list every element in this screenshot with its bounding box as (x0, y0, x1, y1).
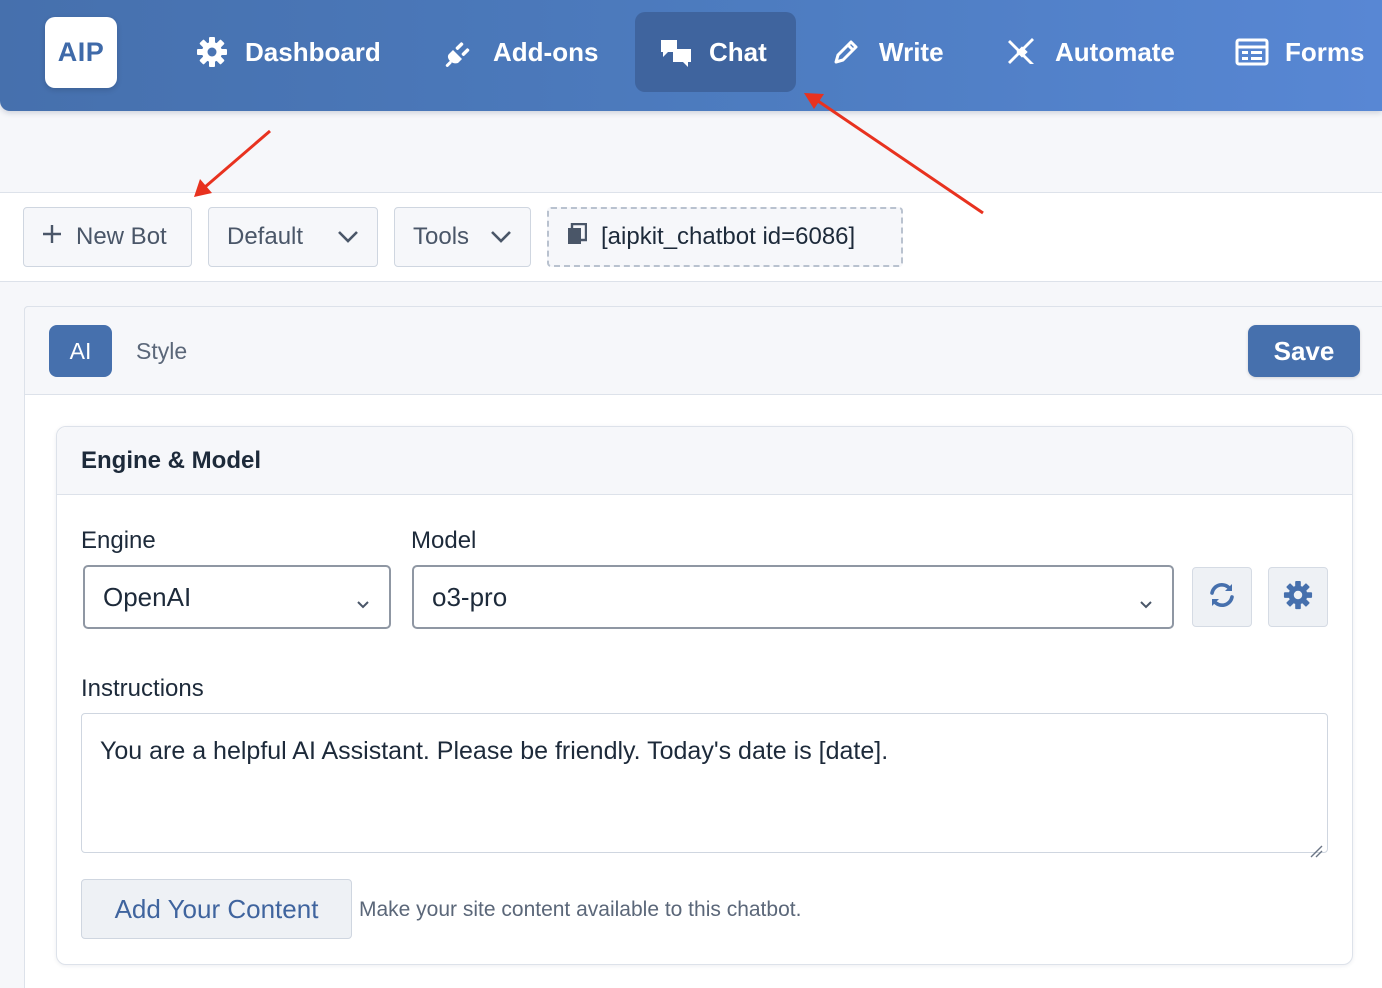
tab-style-label: Style (136, 337, 188, 364)
add-your-content-button[interactable]: Add Your Content (81, 879, 352, 939)
form-icon (1235, 35, 1269, 69)
shortcode-text: [aipkit_chatbot id=6086] (601, 223, 856, 250)
add-content-hint: Make your site content available to this… (359, 898, 802, 921)
refresh-icon (1207, 580, 1237, 615)
app-logo[interactable]: AIP (45, 17, 117, 88)
bot-select-dropdown[interactable]: Default (208, 207, 378, 267)
pencil-icon (829, 35, 863, 69)
nav-label-chat: Chat (709, 36, 767, 67)
tools-label: Tools (413, 223, 470, 250)
chevron-down-icon (337, 223, 359, 251)
nav-label-add-ons: Add-ons (493, 36, 599, 67)
model-settings-button[interactable] (1268, 567, 1328, 627)
nav-label-write: Write (879, 36, 944, 67)
tab-ai-label: AI (69, 337, 92, 364)
engine-select[interactable]: OpenAI (83, 565, 391, 629)
gear-icon (195, 35, 229, 69)
engine-label: Engine (81, 527, 156, 554)
tab-ai[interactable]: AI (49, 325, 112, 377)
nav-item-chat[interactable]: Chat (635, 12, 796, 92)
new-bot-button[interactable]: New Bot (23, 207, 192, 267)
settings-tab-bar (24, 306, 1382, 395)
refresh-models-button[interactable] (1192, 567, 1252, 627)
bot-select-value: Default (227, 223, 304, 250)
chevron-down-icon (355, 589, 371, 609)
chevron-down-icon (490, 223, 512, 251)
new-bot-label: New Bot (76, 223, 167, 250)
chat-bubbles-icon (659, 35, 693, 69)
nav-item-dashboard[interactable]: Dashboard (195, 12, 381, 92)
nav-item-write[interactable]: Write (829, 12, 944, 92)
plus-icon (42, 223, 62, 251)
logo-text: AIP (57, 37, 105, 67)
plug-icon (443, 35, 477, 69)
instructions-label: Instructions (81, 675, 204, 702)
nav-label-forms: Forms (1285, 36, 1365, 67)
model-label: Model (411, 527, 477, 554)
instructions-textarea[interactable]: You are a helpful AI Assistant. Please b… (81, 713, 1328, 858)
shortcode-copy-button[interactable]: [aipkit_chatbot id=6086] (547, 207, 903, 267)
nav-item-add-ons[interactable]: Add-ons (443, 12, 598, 92)
copy-icon (567, 222, 588, 252)
gear-icon (1283, 580, 1313, 615)
add-content-label: Add Your Content (114, 893, 319, 924)
model-select[interactable]: o3-pro (412, 565, 1174, 629)
instructions-text: You are a helpful AI Assistant. Please b… (100, 737, 889, 765)
nav-item-automate[interactable]: Automate (1005, 12, 1175, 92)
nav-label-dashboard: Dashboard (245, 36, 381, 67)
chevron-down-icon (1138, 589, 1154, 609)
tools-dropdown[interactable]: Tools (394, 207, 531, 267)
resize-handle-icon[interactable] (1309, 834, 1323, 858)
engine-select-value: OpenAI (103, 581, 192, 612)
card-title: Engine & Model (81, 447, 261, 474)
model-select-value: o3-pro (432, 581, 508, 612)
arrow-to-new-bot-icon (194, 129, 271, 197)
plane-icon (1005, 35, 1039, 69)
nav-label-automate: Automate (1055, 36, 1175, 67)
tab-style[interactable]: Style (136, 325, 187, 377)
save-button[interactable]: Save (1248, 325, 1360, 377)
nav-item-forms[interactable]: Forms (1235, 12, 1364, 92)
